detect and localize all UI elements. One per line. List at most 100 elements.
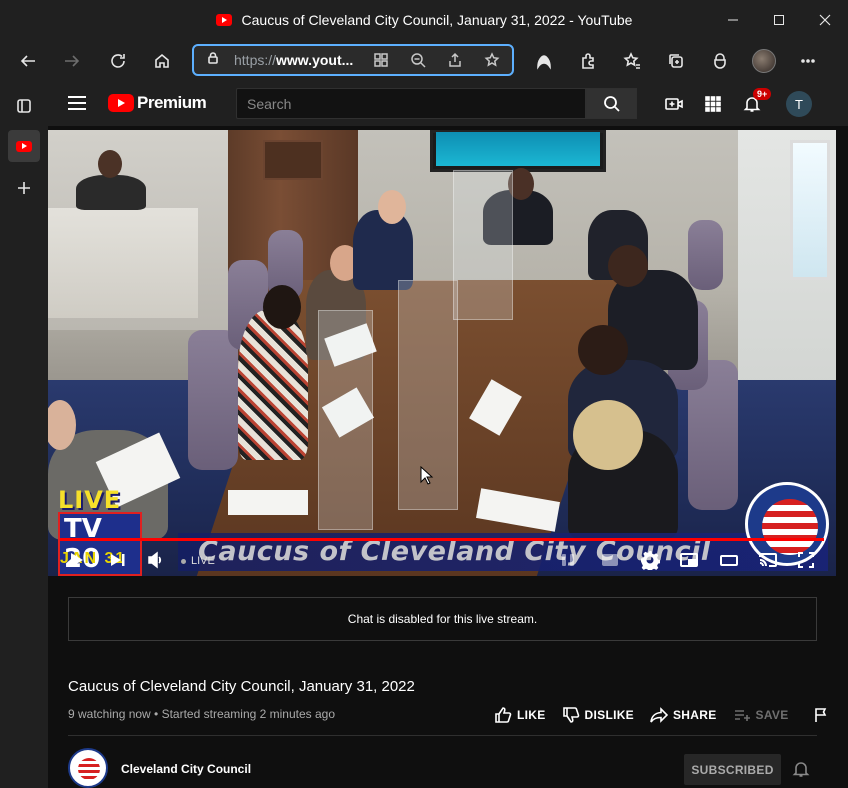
account-avatar[interactable]: T [786,91,812,117]
save-label: SAVE [755,708,789,722]
more-button[interactable] [786,43,830,79]
miniplayer-button[interactable] [677,548,701,572]
channel-avatar[interactable] [68,748,108,788]
create-video-icon [665,98,683,110]
cast-button[interactable] [756,548,780,572]
scene-chair [688,220,723,290]
next-button[interactable] [106,548,130,572]
like-label: LIKE [517,708,546,722]
app-available-icon [373,53,388,67]
favorites-icon [623,52,640,69]
profile-button[interactable] [742,43,786,79]
tab-actions-button[interactable] [8,90,40,122]
progress-bar[interactable] [60,538,824,541]
scene-glass-divider [318,310,373,530]
search-input[interactable] [247,95,585,112]
zoom-out-button[interactable] [399,52,436,68]
search-box [236,88,586,119]
scene-tv-screen [436,132,600,166]
window-title: Caucus of Cleveland City Council, Januar… [241,12,633,28]
share-button[interactable]: SHARE [650,706,717,724]
apps-grid-icon [705,96,721,112]
back-button[interactable] [8,43,48,79]
youtube-logo[interactable]: Premium [108,93,207,113]
subscribe-button[interactable]: SUBSCRIBED [684,754,781,785]
flag-icon [814,708,826,722]
address-bar[interactable]: https://www.yout... [192,44,514,76]
section-divider [68,735,817,736]
youtube-logo-icon [108,94,134,112]
tab-youtube[interactable] [8,130,40,162]
collections-button[interactable] [654,43,698,79]
tv20-live-logo: LIVE TV 20 [58,486,142,576]
theater-mode-button[interactable] [717,548,741,572]
menu-icon[interactable] [68,96,86,114]
close-button[interactable] [802,0,848,40]
lock-icon [206,51,220,70]
player-controls: LIVE [48,544,836,576]
new-tab-button[interactable] [8,172,40,204]
subtitles-button[interactable] [598,548,622,572]
notifications-button[interactable]: 9+ [740,88,772,116]
video-meta: 9 watching now • Started streaming 2 min… [68,707,336,721]
settings-button[interactable] [638,548,662,572]
video-player[interactable]: LIVE TV 20 Caucus of Cleveland City Coun… [48,130,836,576]
scene-glass-divider [453,170,513,320]
share-icon [448,52,461,67]
tracking-prevention-icon [537,55,551,70]
gear-icon [641,551,660,570]
scene-person [76,175,146,210]
volume-icon [148,551,162,569]
forward-button[interactable] [52,43,92,79]
minimize-icon [728,19,738,21]
fullscreen-button[interactable] [794,548,818,572]
browser-essentials-button[interactable] [698,43,742,79]
app-available-button[interactable] [362,52,399,68]
live-indicator-label: LIVE [191,555,215,567]
zoom-out-icon [410,53,426,68]
tab-actions-icon [17,99,31,113]
save-button[interactable]: SAVE [733,706,789,724]
refresh-button[interactable] [98,43,138,79]
add-favorite-icon [484,52,499,67]
video-actions: LIKE DISLIKE SHARE SAVE [494,706,848,724]
mouse-cursor-icon [420,466,434,485]
channel-notifications-button[interactable] [792,760,810,783]
notification-count-badge: 9+ [753,88,772,100]
address-url: https://www.yout... [234,52,358,68]
apps-button[interactable] [701,92,725,116]
home-icon [155,53,169,68]
create-button[interactable] [662,92,686,116]
scene-person-head [608,245,648,287]
extensions-button[interactable] [566,43,610,79]
dislike-button[interactable]: DISLIKE [562,706,634,724]
more-icon [801,59,815,63]
tracking-prevention-button[interactable] [522,43,566,79]
report-button[interactable] [813,707,834,723]
search-button[interactable] [586,88,637,119]
share-page-button[interactable] [436,52,473,68]
browser-sidebar [0,82,48,788]
chat-disabled-message: Chat is disabled for this live stream. [347,612,538,626]
plus-icon [18,182,30,194]
volume-button[interactable] [144,548,168,572]
close-icon [819,14,831,26]
channel-name[interactable]: Cleveland City Council [121,762,251,776]
url-scheme: https:// [234,52,277,68]
scene-person-head [573,400,643,470]
maximize-button[interactable] [756,0,802,40]
play-button[interactable] [64,548,88,572]
thumbs-up-icon [495,707,512,723]
cast-icon [759,553,777,567]
home-button[interactable] [142,43,182,79]
favorites-button[interactable] [610,43,654,79]
tv20-live-text: LIVE [58,486,122,514]
pause-overlay-button[interactable] [556,548,580,572]
like-button[interactable]: LIKE [494,706,546,724]
scene-person [353,210,413,290]
add-favorite-button[interactable] [473,52,510,68]
minimize-button[interactable] [710,0,756,40]
youtube-favicon-icon [215,14,232,26]
live-indicator[interactable]: LIVE [181,555,215,567]
scene-door-panel [263,140,323,180]
